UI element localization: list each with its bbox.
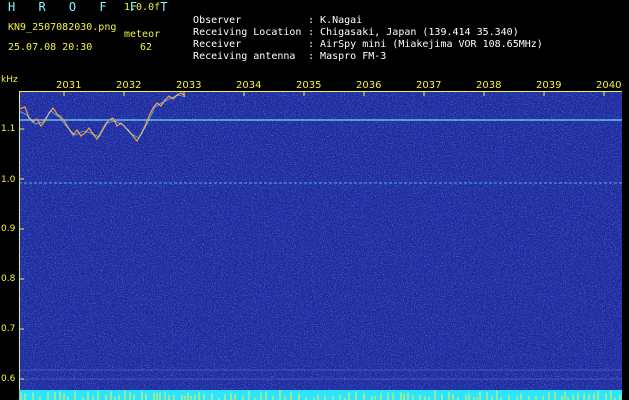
- time-tick-label: 2031: [56, 80, 82, 91]
- meta-value: Maspro FM-3: [320, 51, 387, 62]
- version-label: 1.0.0f: [124, 2, 161, 13]
- freq-tick-label: 0.7: [1, 324, 16, 334]
- freq-tick-label: 1.0: [1, 175, 16, 185]
- meta-key: Receiving antenna: [193, 51, 296, 62]
- freq-tick-label: 1.1: [1, 124, 16, 134]
- time-tick-label: 2036: [356, 80, 382, 91]
- spectrogram: [19, 91, 622, 400]
- meta-sep: :: [308, 51, 315, 62]
- power-level-bar: [19, 390, 622, 400]
- meteor-count: 62: [140, 42, 153, 53]
- freq-tick-label: 0.9: [1, 224, 16, 234]
- meta-row-antenna: Receiving antenna: Maspro FM-3: [181, 39, 386, 63]
- time-tick-label: 2032: [116, 80, 142, 91]
- datetime-label: 25.07.08 20:30: [8, 42, 93, 53]
- meteor-label: meteor: [124, 29, 161, 40]
- time-tick-label: 2033: [176, 80, 202, 91]
- freq-tick-label: 0.8: [1, 274, 16, 284]
- time-tick-label: 2037: [416, 80, 442, 91]
- time-tick-label: 2034: [236, 80, 262, 91]
- time-tick-label: 2040: [596, 80, 622, 91]
- freq-tick-label: 0.6: [1, 374, 16, 384]
- noise-highlights: [19, 91, 622, 400]
- time-tick-label: 2035: [296, 80, 322, 91]
- time-tick-label: 2038: [476, 80, 502, 91]
- time-tick-label: 2039: [536, 80, 562, 91]
- freq-unit-label: kHz: [1, 75, 18, 85]
- filename-label: KN9_2507082030.png: [8, 22, 117, 33]
